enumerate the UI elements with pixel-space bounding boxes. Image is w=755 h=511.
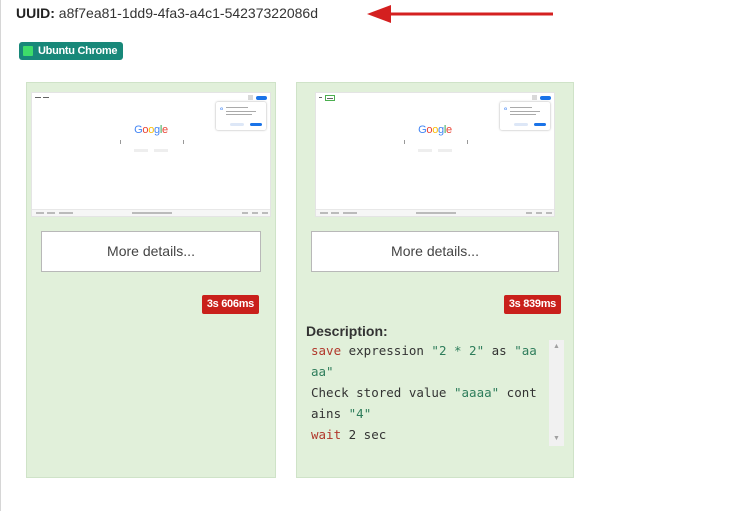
- environment-badge-label: Ubuntu Chrome: [38, 45, 118, 57]
- scroll-down-arrow-icon[interactable]: ▼: [549, 432, 564, 446]
- environment-badge: Ubuntu Chrome: [19, 42, 124, 60]
- duration-badge: 3s 839ms: [503, 295, 561, 314]
- result-card: ▬▬ ▬▬ G Google More details... 3s 606ms: [26, 82, 276, 478]
- uuid-value: a8f7ea81-1dd9-4fa3-a4c1-54237322086d: [58, 5, 319, 21]
- description-line: Check stored value "aaaa" cont: [311, 385, 537, 400]
- google-logo: Google: [418, 124, 452, 136]
- vertical-scrollbar[interactable]: ▲ ▼: [549, 340, 564, 446]
- more-details-button[interactable]: More details...: [311, 231, 559, 272]
- search-bar: [404, 140, 468, 144]
- description-code: save expression "2 * 2" as "aa aa" Check s…: [306, 340, 546, 445]
- description-line: wait 2 sec: [311, 427, 387, 442]
- apps-grid-icon: [248, 95, 253, 100]
- more-details-button[interactable]: More details...: [41, 231, 261, 272]
- left-divider: [0, 0, 1, 511]
- apps-grid-icon: [532, 95, 537, 100]
- red-arrow-annotation-icon: [367, 5, 553, 23]
- result-card: ▬ ▬▬ G Google More details... 3s 839ms D…: [296, 82, 574, 478]
- scroll-up-arrow-icon[interactable]: ▲: [549, 340, 564, 354]
- uuid-label: UUID:: [16, 5, 55, 21]
- search-bar: [120, 140, 184, 144]
- google-logo: Google: [134, 124, 168, 136]
- description-label: Description:: [306, 323, 388, 339]
- uuid-row: UUID: a8f7ea81-1dd9-4fa3-a4c1-5423732208…: [16, 4, 318, 22]
- description-code-box[interactable]: save expression "2 * 2" as "aa aa" Check s…: [306, 340, 564, 446]
- screenshot-thumbnail[interactable]: ▬ ▬▬ G Google: [315, 92, 555, 217]
- duration-badge: 3s 606ms: [201, 295, 259, 314]
- screenshot-thumbnail[interactable]: ▬▬ ▬▬ G Google: [31, 92, 271, 217]
- description-line: ains "4": [311, 406, 372, 421]
- browser-status-icon: [23, 46, 33, 56]
- description-line: aa": [311, 364, 334, 379]
- description-line: save expression "2 * 2" as "aa: [311, 343, 537, 358]
